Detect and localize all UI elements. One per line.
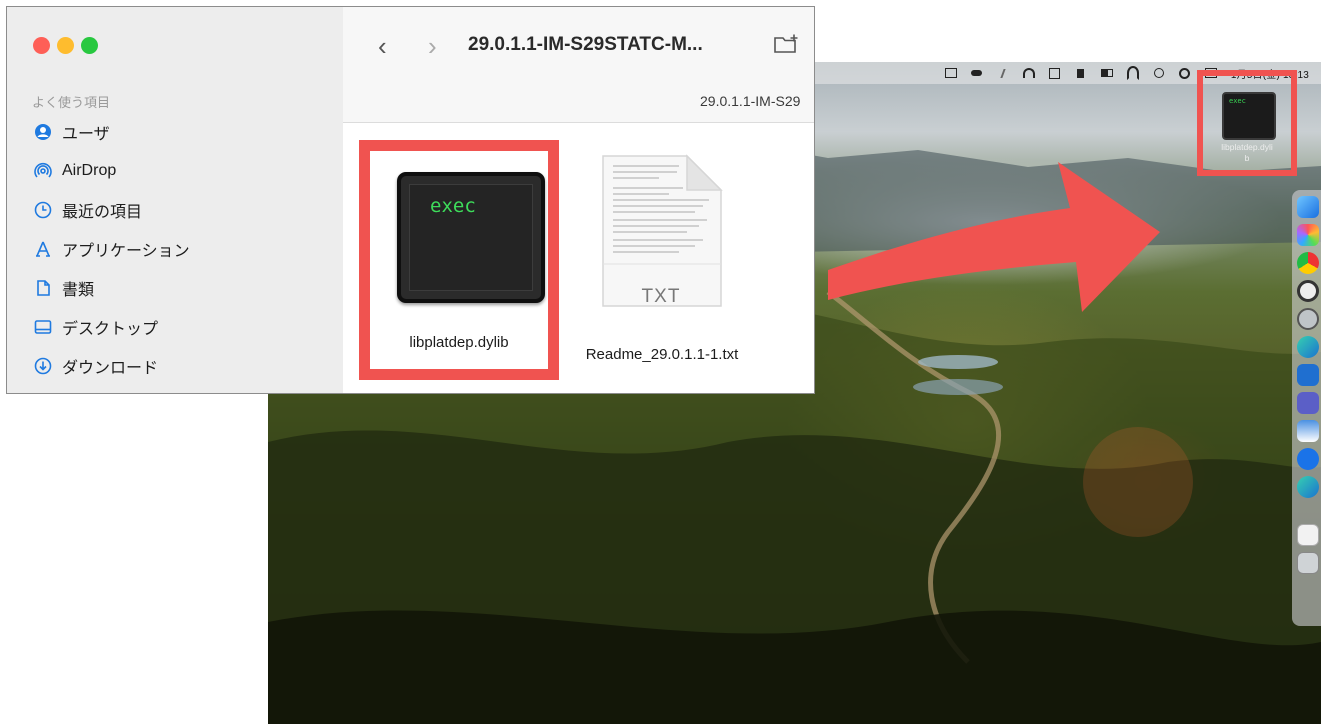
applications-icon [32,238,54,260]
document-stack-icon[interactable] [1297,524,1319,546]
exec-file-icon: exec [1222,92,1276,140]
txt-badge: TXT [641,286,681,307]
download-icon [32,355,54,377]
file-grid: exec libplatdep.dylib TXT Readme_29.0.1.… [343,123,814,393]
sidebar-section-favorites: よく使う項目 [32,95,111,110]
time-machine-icon[interactable] [1153,68,1165,78]
file-item-readme[interactable]: TXT Readme_29.0.1.1-1.txt [567,140,757,380]
new-folder-icon[interactable] [773,33,801,60]
sidebar-item-desktop[interactable]: デスクトップ [32,314,158,340]
path-bar[interactable]: 29.0.1.1-IM-S29 [700,93,800,109]
file-name: Readme_29.0.1.1-1.txt [585,346,739,363]
remote-desktop-app-icon[interactable] [1297,420,1319,442]
wifi-icon[interactable] [1126,66,1139,80]
downloads-app-icon[interactable] [1297,448,1319,470]
script-icon[interactable] [997,68,1009,78]
file-item-libplatdep[interactable]: exec libplatdep.dylib [359,140,559,380]
edge-beta-app-icon[interactable] [1297,476,1319,498]
terminal-screen: exec [409,184,533,291]
edge-app-icon[interactable] [1297,336,1319,358]
trash-icon[interactable] [1297,552,1319,574]
highlight-frame-inner: exec libplatdep.dylib [370,151,548,369]
sidebar-item-airdrop[interactable]: AirDrop [32,158,116,184]
finder-main: ‹ › 29.0.1.1-IM-S29STATC-M... 29.0.1.1-I… [343,7,814,393]
close-button[interactable] [33,37,50,54]
desktop-file-libplatdep[interactable]: exec libplatdep.dyli b [1197,70,1303,180]
document-icon [32,277,54,299]
unity-app-icon[interactable] [1297,280,1319,302]
airdrop-icon [32,160,54,182]
red-arrow-graphic [828,162,1160,312]
outlook-app-icon[interactable] [1297,364,1319,386]
sidebar-item-documents[interactable]: 書類 [32,275,94,301]
zoom-button[interactable] [81,37,98,54]
chrome-app-icon[interactable] [1297,252,1319,274]
search-icon[interactable] [1179,67,1191,79]
cloud-icon[interactable] [971,68,983,78]
finder-toolbar: ‹ › 29.0.1.1-IM-S29STATC-M... 29.0.1.1-I… [343,7,814,123]
input-source-icon[interactable] [1049,67,1061,79]
clock-icon [32,199,54,221]
system-settings-app-icon[interactable] [1297,308,1319,330]
headphones-icon[interactable] [1022,68,1035,78]
forward-button[interactable]: › [428,33,437,59]
desktop-file-name: libplatdep.dyli b [1221,142,1273,163]
storage-icon[interactable] [1075,68,1087,78]
battery-icon[interactable] [1100,68,1113,78]
launchpad-app-icon[interactable] [1297,224,1319,246]
exec-file-icon: exec [397,172,545,303]
exec-label: exec [430,195,476,217]
sidebar-item-downloads[interactable]: ダウンロード [32,353,158,379]
window-title: 29.0.1.1-IM-S29STATC-M... [468,34,703,55]
sidebar-item-applications[interactable]: アプリケーション [32,236,190,262]
finder-window: よく使う項目 ユーザ AirDrop 最近の項目 アプリケーション 書類 デスク… [6,6,815,394]
sidebar-item-user[interactable]: ユーザ [32,119,110,145]
back-button[interactable]: ‹ [378,33,387,59]
finder-app-icon[interactable] [1297,196,1319,218]
display-icon[interactable] [944,68,957,78]
user-circle-icon [32,121,54,143]
file-name: libplatdep.dylib [409,334,509,351]
finder-sidebar: よく使う項目 ユーザ AirDrop 最近の項目 アプリケーション 書類 デスク… [7,7,343,393]
teams-app-icon[interactable] [1297,392,1319,414]
desktop-icon [32,316,54,338]
dock [1292,190,1321,626]
sidebar-item-recents[interactable]: 最近の項目 [32,197,142,223]
minimize-button[interactable] [57,37,74,54]
